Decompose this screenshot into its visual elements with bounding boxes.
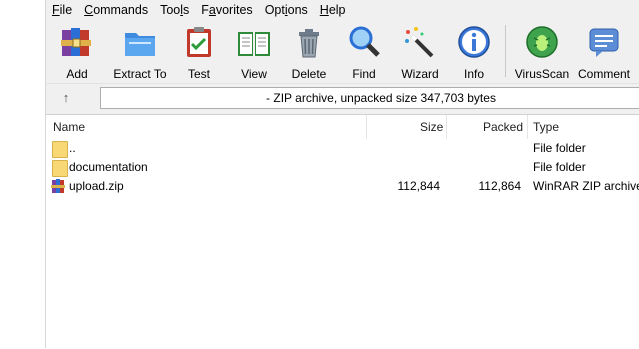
delete-label: Delete xyxy=(291,67,327,81)
menu-file[interactable]: File xyxy=(46,0,78,20)
comment-button[interactable]: Comment xyxy=(573,20,635,82)
file-type: File folder xyxy=(533,160,586,174)
file-name: documentation xyxy=(69,160,148,174)
file-row-parent[interactable]: .. File folder xyxy=(46,139,639,158)
menu-commands[interactable]: Commands xyxy=(78,0,154,20)
info-icon xyxy=(456,24,492,60)
folder-icon xyxy=(52,160,68,177)
menu-help[interactable]: Help xyxy=(314,0,352,20)
menu-options[interactable]: Options xyxy=(259,0,314,20)
find-button[interactable]: Find xyxy=(336,20,392,82)
file-size: 112,844 xyxy=(397,179,441,193)
menu-bar: File Commands Tools Favorites Options He… xyxy=(46,0,639,20)
info-button[interactable]: Info xyxy=(448,20,500,82)
desktop-edge xyxy=(0,0,46,348)
extract-to-label: Extract To xyxy=(113,67,167,81)
winrar-window: File Commands Tools Favorites Options He… xyxy=(46,0,639,349)
trash-can-icon xyxy=(291,24,327,60)
view-button[interactable]: View xyxy=(226,20,282,82)
virusscan-label: VirusScan xyxy=(514,67,570,81)
view-label: View xyxy=(241,67,267,81)
file-row-upload-zip[interactable]: upload.zip 112,844 112,864 WinRAR ZIP ar… xyxy=(46,177,639,196)
file-type: WinRAR ZIP archive xyxy=(533,179,639,193)
menu-favorites[interactable]: Favorites xyxy=(195,0,258,20)
find-label: Find xyxy=(352,67,376,81)
info-label: Info xyxy=(463,67,484,81)
extract-to-button[interactable]: Extract To xyxy=(108,20,172,82)
file-list: Name Size Packed Type .. File folder doc… xyxy=(46,114,639,349)
column-header-name[interactable]: Name xyxy=(53,115,85,139)
file-name: upload.zip xyxy=(69,179,124,193)
comment-icon xyxy=(586,24,622,60)
column-header-packed[interactable]: Packed xyxy=(483,115,523,139)
magnifier-icon xyxy=(346,24,382,60)
test-button[interactable]: Test xyxy=(172,20,226,82)
folder-extract-icon xyxy=(122,24,158,60)
column-divider[interactable] xyxy=(446,115,447,139)
books-icon xyxy=(59,24,95,60)
toolbar: Add Extract To Test View Delete Find Wiz… xyxy=(46,20,639,82)
column-divider[interactable] xyxy=(366,115,367,139)
file-row-documentation[interactable]: documentation File folder xyxy=(46,158,639,177)
address-bar: ↑ - ZIP archive, unpacked size 347,703 b… xyxy=(46,83,639,112)
menu-tools[interactable]: Tools xyxy=(154,0,195,20)
test-label: Test xyxy=(187,67,210,81)
magic-wand-icon xyxy=(402,24,438,60)
open-book-icon xyxy=(236,24,272,60)
virus-scan-icon xyxy=(524,24,560,60)
clipboard-check-icon xyxy=(181,24,217,60)
wizard-label: Wizard xyxy=(401,67,439,81)
file-packed: 112,864 xyxy=(478,179,522,193)
zip-archive-icon xyxy=(51,178,67,194)
virusscan-button[interactable]: VirusScan xyxy=(511,20,573,82)
up-arrow-icon[interactable]: ↑ xyxy=(56,90,76,106)
archive-path-field[interactable]: - ZIP archive, unpacked size 347,703 byt… xyxy=(100,87,639,109)
file-type: File folder xyxy=(533,141,586,155)
comment-label: Comment xyxy=(577,67,630,81)
column-header-type[interactable]: Type xyxy=(533,115,559,139)
column-divider[interactable] xyxy=(527,115,528,139)
column-header-size[interactable]: Size xyxy=(420,115,443,139)
wizard-button[interactable]: Wizard xyxy=(392,20,448,82)
toolbar-separator xyxy=(505,25,506,77)
delete-button[interactable]: Delete xyxy=(282,20,336,82)
file-name: .. xyxy=(69,141,76,155)
folder-icon xyxy=(52,141,68,158)
add-label: Add xyxy=(66,67,88,81)
add-button[interactable]: Add xyxy=(46,20,108,82)
